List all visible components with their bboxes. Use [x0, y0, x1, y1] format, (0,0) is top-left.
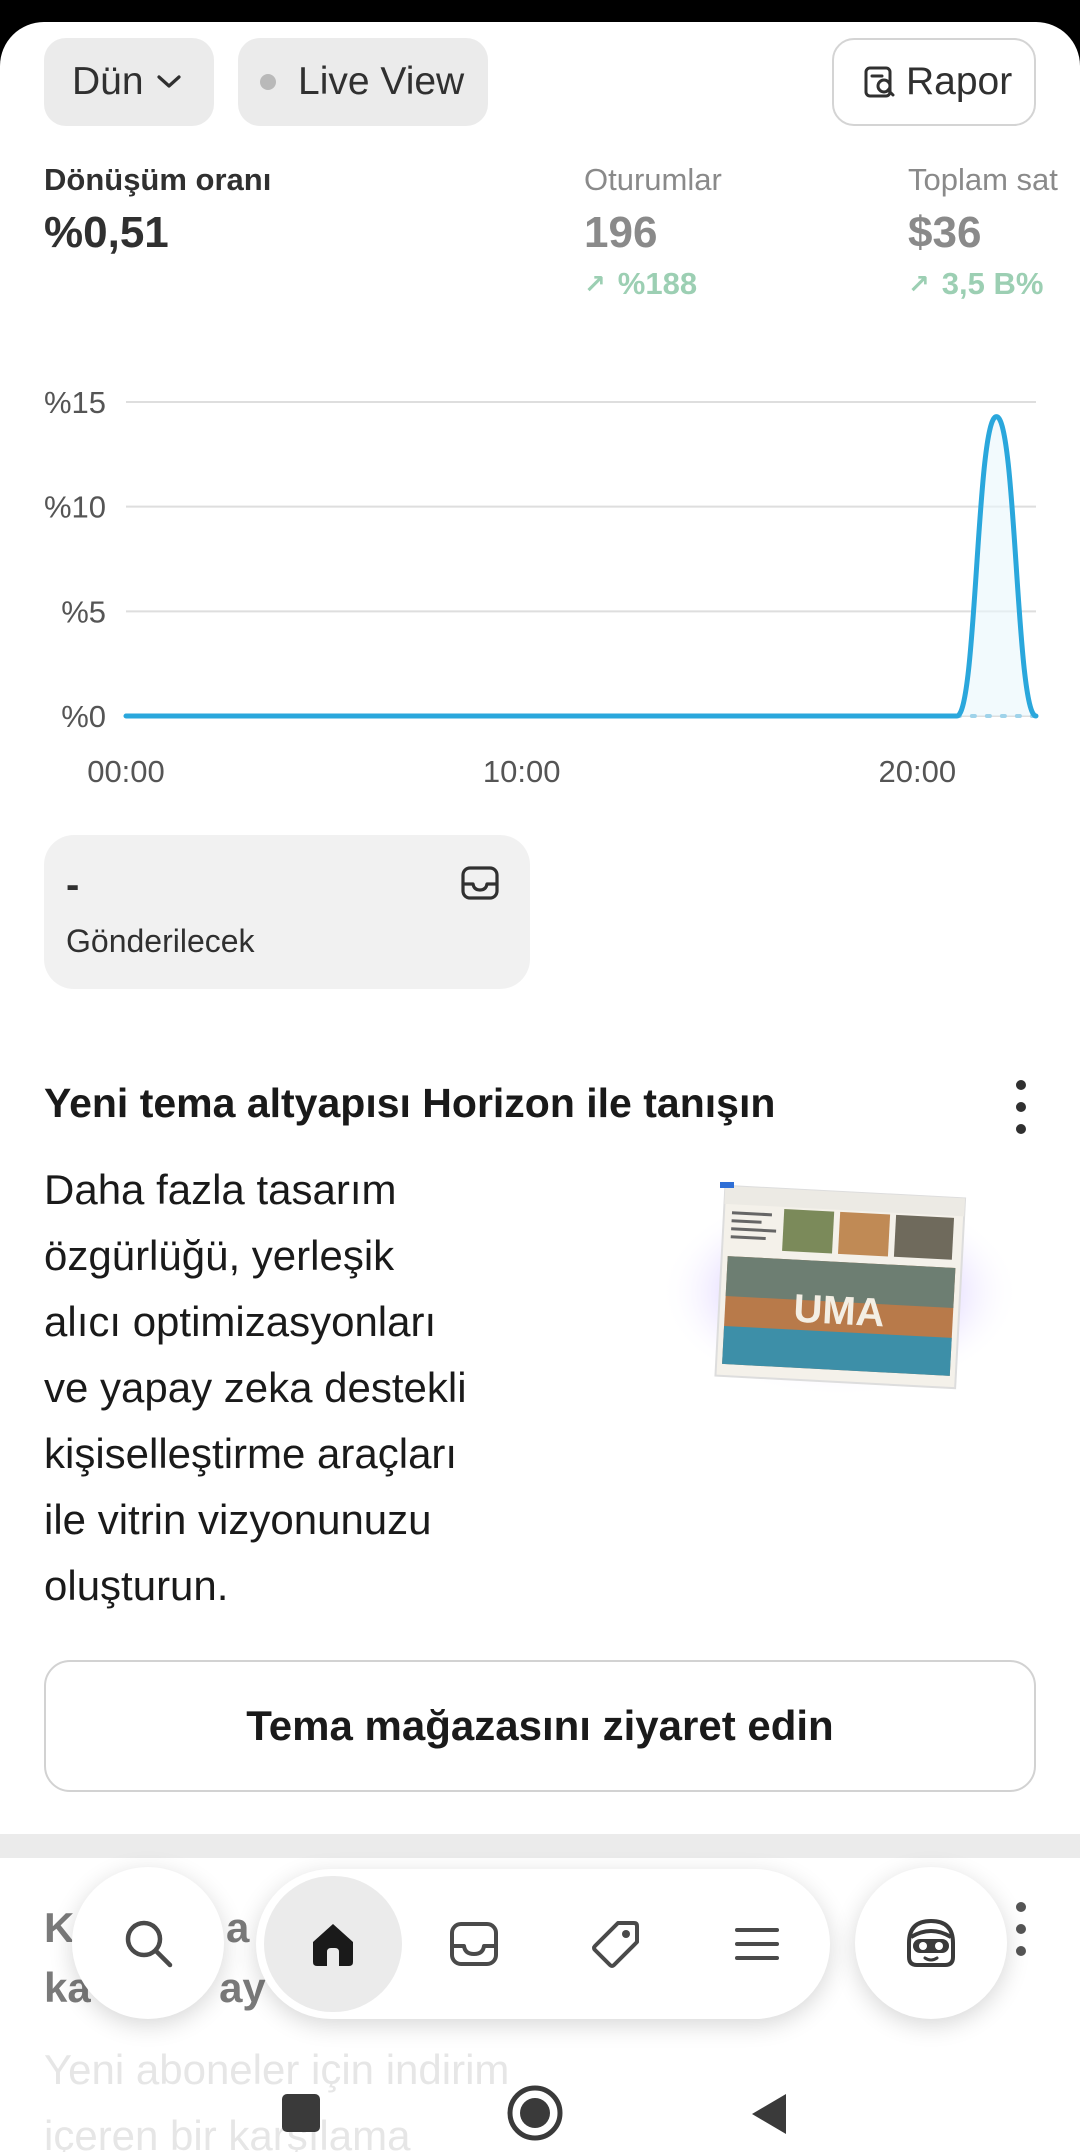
- orders-to-fulfill-value: -: [66, 863, 80, 907]
- x-tick-label: 10:00: [483, 754, 561, 789]
- avatar-icon: [907, 1918, 955, 1967]
- x-tick-label: 00:00: [87, 754, 165, 789]
- y-tick-label: %0: [61, 699, 106, 734]
- nav-home[interactable]: [264, 1876, 402, 2012]
- inbox-icon: [450, 1922, 499, 1966]
- metric-conversion-label: Dönüşüm oranı: [44, 162, 272, 197]
- live-view-button[interactable]: Live View: [238, 38, 488, 126]
- conversion-rate-chart[interactable]: %0 %5 %10 %15 00:00 10:00 20:00: [0, 362, 1080, 802]
- menu-icon: [735, 1928, 780, 1960]
- metric-sessions-change-value: %188: [617, 266, 698, 301]
- nav-products[interactable]: [547, 1876, 685, 2012]
- promo-line: ve yapay zeka destekli: [44, 1364, 467, 1411]
- report-button[interactable]: Rapor: [832, 38, 1036, 126]
- tag-icon: [591, 1921, 639, 1968]
- inbox-icon: [461, 866, 499, 900]
- y-tick-label: %5: [61, 594, 106, 629]
- series-area: [126, 416, 1036, 716]
- orders-to-fulfill-card[interactable]: - Gönderilecek: [44, 835, 530, 989]
- more-options-icon[interactable]: [1016, 1080, 1028, 1146]
- back-icon[interactable]: [748, 2090, 790, 2138]
- promo-line: oluşturun.: [44, 1562, 229, 1609]
- report-label: Rapor: [906, 60, 1013, 103]
- live-view-label: Live View: [298, 60, 465, 103]
- nav-orders[interactable]: [406, 1876, 544, 2012]
- metric-sessions-label: Oturumlar: [584, 162, 722, 197]
- recents-icon[interactable]: [278, 2090, 324, 2136]
- promo-line: ile vitrin vizyonunuzu: [44, 1496, 432, 1543]
- trend-up-icon: ↗: [584, 268, 606, 299]
- search-icon: [125, 1920, 173, 1968]
- trend-up-icon: ↗: [908, 268, 930, 299]
- promo-line: alıcı optimizasyonları: [44, 1298, 437, 1345]
- y-tick-label: %15: [44, 385, 106, 420]
- bottom-navigation: [256, 1869, 830, 2019]
- visit-theme-store-button[interactable]: Tema mağazasını ziyaret edin: [44, 1660, 1036, 1792]
- promo-line: özgürlüğü, yerleşik: [44, 1232, 395, 1279]
- metric-sessions-change: ↗ %188: [584, 266, 722, 302]
- metric-sessions-value: 196: [584, 208, 658, 257]
- metric-sales-value: $36: [908, 208, 982, 257]
- promo-line: Daha fazla tasarım: [44, 1166, 397, 1213]
- metric-sales[interactable]: Toplam sat $36 ↗ 3,5 B%: [908, 162, 1058, 302]
- metric-conversion[interactable]: Dönüşüm oranı %0,51: [44, 162, 271, 258]
- assistant-button[interactable]: [855, 1867, 1007, 2019]
- promo-line: kişiselleştirme araçları: [44, 1430, 458, 1477]
- app-screen: Dün Live View Rapor Dönüşüm oranı %0,51 …: [0, 22, 1080, 2152]
- report-search-icon: [864, 66, 895, 98]
- orders-to-fulfill-label: Gönderilecek: [66, 923, 255, 959]
- theme-preview-image: UMA: [660, 1182, 1020, 1397]
- metric-conversion-value: %0,51: [44, 208, 169, 257]
- live-status-dot: [260, 74, 276, 90]
- metric-sessions[interactable]: Oturumlar 196 ↗ %188: [584, 162, 722, 302]
- series-line: [123, 414, 1039, 719]
- y-tick-label: %10: [44, 490, 106, 525]
- home-circle-icon[interactable]: [506, 2084, 564, 2142]
- system-navigation-bar: [0, 2072, 1080, 2152]
- metric-sales-change: ↗ 3,5 B%: [908, 266, 1058, 302]
- x-tick-label: 20:00: [879, 754, 957, 789]
- chevron-down-icon: [156, 75, 181, 88]
- search-button[interactable]: [72, 1867, 224, 2019]
- date-filter-label: Dün: [72, 60, 144, 103]
- promo-title: Yeni tema altyapısı Horizon ile tanışın: [44, 1080, 776, 1126]
- promo-description: Daha fazla tasarım özgürlüğü, yerleşik a…: [44, 1157, 514, 1619]
- next-card-more-icon[interactable]: [1016, 1902, 1028, 1968]
- date-filter-button[interactable]: Dün: [44, 38, 214, 126]
- metric-sales-change-value: 3,5 B%: [941, 266, 1044, 301]
- metric-sales-label: Toplam sat: [908, 162, 1058, 197]
- home-icon: [312, 1924, 353, 1966]
- svg-text:UMA: UMA: [792, 1287, 885, 1336]
- section-divider: [0, 1834, 1080, 1858]
- nav-menu[interactable]: [689, 1876, 827, 2012]
